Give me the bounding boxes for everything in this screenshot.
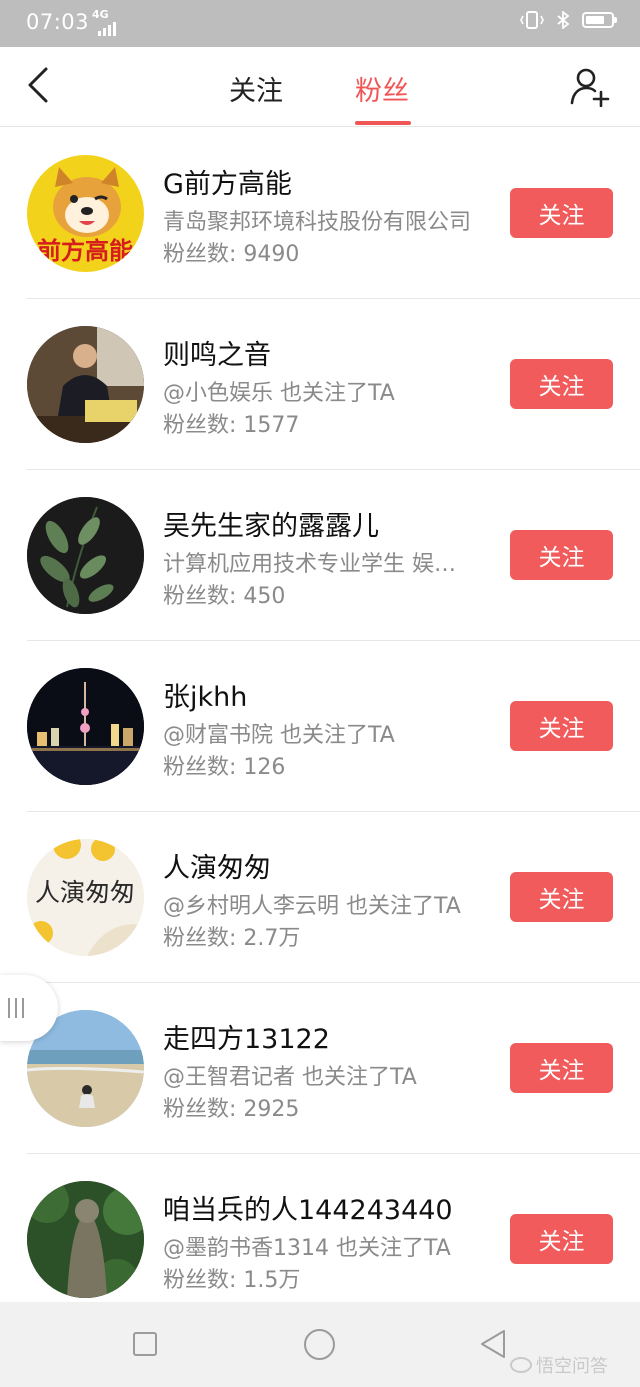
user-description: @乡村明人李云明 也关注了TA [163,894,461,919]
avatar[interactable] [27,1181,144,1298]
list-item[interactable]: 前方高能 G前方高能 青岛聚邦环境科技股份有限公司 粉丝数: 9490 关注 [0,128,640,299]
fans-count: 粉丝数: 1.5万 [163,1268,301,1293]
user-description: @小色娱乐 也关注了TA [163,381,395,406]
status-time: 07:03 [26,10,90,34]
list-item[interactable]: 走四方13122 @王智君记者 也关注了TA 粉丝数: 2925 关注 [0,983,640,1154]
user-description: 青岛聚邦环境科技股份有限公司 [163,210,472,235]
network-type: 4G [92,8,109,21]
user-name[interactable]: 人演匆匆 [163,846,271,885]
avatar[interactable] [27,668,144,785]
list-item[interactable]: 则鸣之音 @小色娱乐 也关注了TA 粉丝数: 1577 关注 [0,299,640,470]
list-item[interactable]: 吴先生家的露露儿 计算机应用技术专业学生 娱乐达人 粉丝数: 450 关注 [0,470,640,641]
fans-count: 粉丝数: 2.7万 [163,926,301,951]
user-name[interactable]: G前方高能 [163,162,292,201]
fans-count: 粉丝数: 450 [163,584,286,609]
fans-count: 粉丝数: 126 [163,755,286,780]
user-name[interactable]: 张jkhh [163,675,247,714]
user-description: @墨韵书香1314 也关注了TA [163,1236,451,1261]
vibrate-icon [520,11,544,29]
avatar[interactable]: 人演匆匆 [27,839,144,956]
follow-button[interactable]: 关注 [510,872,613,922]
status-bar: 07:03 4G [0,0,640,47]
follow-button[interactable]: 关注 [510,1214,613,1264]
list-item[interactable]: 人演匆匆 人演匆匆 @乡村明人李云明 也关注了TA 粉丝数: 2.7万 关注 [0,812,640,983]
user-description: 计算机应用技术专业学生 娱乐达人 [163,552,475,577]
follow-button[interactable]: 关注 [510,701,613,751]
system-nav-bar: 悟空问答 [0,1302,640,1387]
fans-count: 粉丝数: 2925 [163,1097,300,1122]
fans-count: 粉丝数: 9490 [163,242,300,267]
follow-button[interactable]: 关注 [510,188,613,238]
battery-icon [582,12,617,28]
signal-icon [98,22,116,36]
avatar[interactable]: 前方高能 [27,155,144,272]
bluetooth-icon [557,11,570,29]
fans-list: 前方高能 G前方高能 青岛聚邦环境科技股份有限公司 粉丝数: 9490 关注 则… [0,128,640,1325]
tab-fans[interactable]: 粉丝 [355,69,409,108]
back-arrow-icon[interactable] [20,65,60,105]
user-name[interactable]: 咱当兵的人144243440 [163,1188,453,1227]
top-header: 关注 粉丝 [0,47,640,127]
avatar-logo-text: 前方高能 [37,237,133,265]
user-name[interactable]: 走四方13122 [163,1017,330,1056]
user-name[interactable]: 吴先生家的露露儿 [163,504,379,543]
wukong-logo-icon [510,1357,532,1373]
add-user-icon[interactable] [570,67,610,107]
follow-button[interactable]: 关注 [510,359,613,409]
active-tab-indicator [355,121,411,125]
avatar[interactable] [27,497,144,614]
follow-button[interactable]: 关注 [510,530,613,580]
list-item[interactable]: 张jkhh @财富书院 也关注了TA 粉丝数: 126 关注 [0,641,640,812]
follow-button[interactable]: 关注 [510,1043,613,1093]
watermark: 悟空问答 [510,1352,608,1378]
user-description: @财富书院 也关注了TA [163,723,395,748]
back-triangle-icon[interactable] [478,1328,508,1360]
list-item[interactable]: 咱当兵的人144243440 @墨韵书香1314 也关注了TA 粉丝数: 1.5… [0,1154,640,1325]
home-button[interactable] [304,1329,335,1360]
avatar[interactable] [27,326,144,443]
user-description: @王智君记者 也关注了TA [163,1065,417,1090]
user-name[interactable]: 则鸣之音 [163,333,271,372]
avatar-logo-text: 人演匆匆 [35,878,135,907]
tab-following[interactable]: 关注 [229,69,283,108]
watermark-text: 悟空问答 [536,1356,608,1377]
fans-count: 粉丝数: 1577 [163,413,300,438]
recent-apps-button[interactable] [133,1332,157,1356]
